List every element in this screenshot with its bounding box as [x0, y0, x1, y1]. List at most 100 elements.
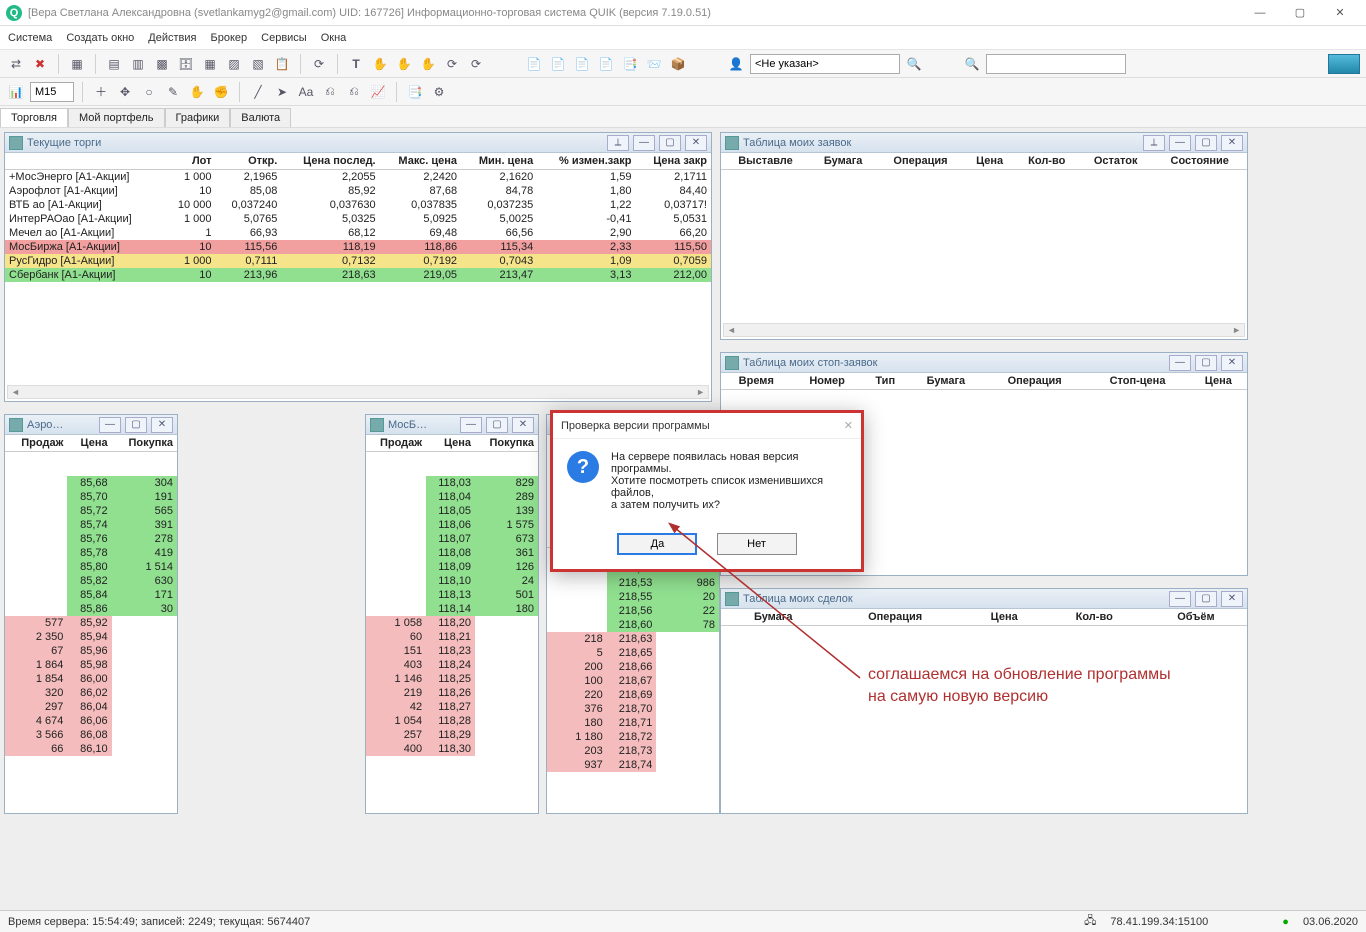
- scrollbar-h[interactable]: [7, 385, 709, 399]
- tool-icon[interactable]: 🗄: [176, 54, 196, 74]
- table-row[interactable]: МосБиржа [A1-Акции]10115,56118,19118,861…: [5, 240, 711, 254]
- table-row[interactable]: ВТБ ао [A1-Акции]10 0000,0372400,0376300…: [5, 198, 711, 212]
- orderbook-row[interactable]: 1 146118,25: [366, 672, 538, 686]
- table-row[interactable]: РусГидро [A1-Акции]1 0000,71110,71320,71…: [5, 254, 711, 268]
- sync-icon[interactable]: ⟳: [442, 54, 462, 74]
- orderbook-row[interactable]: 203218,73: [547, 744, 719, 758]
- panel-min-button[interactable]: —: [633, 135, 655, 151]
- orderbook-row[interactable]: 4 67486,06: [5, 714, 177, 728]
- tab-charts[interactable]: Графики: [165, 108, 231, 127]
- panel-max-button[interactable]: ▢: [1195, 355, 1217, 371]
- line-icon[interactable]: ╱: [248, 82, 268, 102]
- hand-icon[interactable]: ✋: [370, 54, 390, 74]
- order-buy-icon[interactable]: 📄: [548, 54, 568, 74]
- maximize-button[interactable]: ▢: [1280, 1, 1320, 25]
- orderbook-row[interactable]: 85,78419: [5, 546, 177, 560]
- orderbook-row[interactable]: 118,08361: [366, 546, 538, 560]
- table-row[interactable]: Мечел ао [A1-Акции]166,9368,1269,4866,56…: [5, 226, 711, 240]
- orderbook-row[interactable]: 118,14180: [366, 602, 538, 616]
- orderbook-row[interactable]: 1 85486,00: [5, 672, 177, 686]
- orderbook-row[interactable]: 85,76278: [5, 532, 177, 546]
- search-input[interactable]: [986, 54, 1126, 74]
- chart-icon[interactable]: 📊: [6, 82, 26, 102]
- panel-max-button[interactable]: ▢: [486, 417, 508, 433]
- hand-icon[interactable]: ✋: [418, 54, 438, 74]
- panel-close-button[interactable]: ✕: [685, 135, 707, 151]
- orderbook-row[interactable]: 219118,26: [366, 686, 538, 700]
- tab-trading[interactable]: Торговля: [0, 108, 68, 127]
- orderbook-row[interactable]: 85,801 514: [5, 560, 177, 574]
- orderbook-row[interactable]: 29786,04: [5, 700, 177, 714]
- account-search-icon[interactable]: 🔍: [904, 54, 924, 74]
- tool-icon[interactable]: 📨: [644, 54, 664, 74]
- text-aa-icon[interactable]: Aa: [296, 82, 316, 102]
- orderbook-row[interactable]: 1 058118,20: [366, 616, 538, 630]
- orderbook-row[interactable]: 118,04289: [366, 490, 538, 504]
- orderbook-row[interactable]: 85,72565: [5, 504, 177, 518]
- orderbook-row[interactable]: 400118,30: [366, 742, 538, 756]
- menu-actions[interactable]: Действия: [148, 32, 196, 44]
- hand-icon[interactable]: ✋: [187, 82, 207, 102]
- orderbook-row[interactable]: 42118,27: [366, 700, 538, 714]
- disconnect-icon[interactable]: ✖: [30, 54, 50, 74]
- menu-system[interactable]: Система: [8, 32, 52, 44]
- order-sell-icon[interactable]: 📄: [572, 54, 592, 74]
- refresh-icon[interactable]: ⟳: [309, 54, 329, 74]
- orderbook-row[interactable]: 57785,92: [5, 616, 177, 630]
- orderbook-row[interactable]: 6686,10: [5, 742, 177, 756]
- orderbook-row[interactable]: 376218,70: [547, 702, 719, 716]
- panel-max-button[interactable]: ▢: [659, 135, 681, 151]
- orderbook-row[interactable]: 2 35085,94: [5, 630, 177, 644]
- panel-min-button[interactable]: —: [1169, 135, 1191, 151]
- panel-max-button[interactable]: ▢: [1195, 591, 1217, 607]
- orderbook-row[interactable]: 257118,29: [366, 728, 538, 742]
- order-new-icon[interactable]: 📄: [524, 54, 544, 74]
- menu-services[interactable]: Сервисы: [261, 32, 307, 44]
- panel-max-button[interactable]: ▢: [125, 417, 147, 433]
- orderbook-row[interactable]: 118,09126: [366, 560, 538, 574]
- tool-icon[interactable]: ▧: [248, 54, 268, 74]
- tool-icon[interactable]: 📈: [368, 82, 388, 102]
- orderbook-row[interactable]: 118,061 575: [366, 518, 538, 532]
- minimize-button[interactable]: —: [1240, 1, 1280, 25]
- panel-min-button[interactable]: —: [1169, 591, 1191, 607]
- panel-max-button[interactable]: ▢: [1195, 135, 1217, 151]
- orderbook-row[interactable]: 403118,24: [366, 658, 538, 672]
- tool-icon[interactable]: ▥: [128, 54, 148, 74]
- table-row[interactable]: Аэрофлот [A1-Акции]1085,0885,9287,6884,7…: [5, 184, 711, 198]
- panel-close-button[interactable]: ✕: [1221, 135, 1243, 151]
- settings-icon[interactable]: ⚙: [429, 82, 449, 102]
- orderbook-row[interactable]: 85,68304: [5, 476, 177, 490]
- tool-icon[interactable]: ▩: [152, 54, 172, 74]
- orderbook-row[interactable]: 85,84171: [5, 588, 177, 602]
- panel-min-button[interactable]: —: [460, 417, 482, 433]
- orderbook-row[interactable]: 60118,21: [366, 630, 538, 644]
- tool-icon[interactable]: 📋: [272, 54, 292, 74]
- tab-currency[interactable]: Валюта: [230, 108, 291, 127]
- tool-icon[interactable]: ▤: [104, 54, 124, 74]
- tool-icon[interactable]: 📦: [668, 54, 688, 74]
- orderbook-row[interactable]: 3 56686,08: [5, 728, 177, 742]
- panel-close-button[interactable]: ✕: [151, 417, 173, 433]
- pin-button[interactable]: ⟂: [607, 135, 629, 151]
- pencil-icon[interactable]: ✎: [163, 82, 183, 102]
- orderbook-row[interactable]: 85,8630: [5, 602, 177, 616]
- orderbook-row[interactable]: 1 054118,28: [366, 714, 538, 728]
- workspace-thumbnail[interactable]: [1328, 54, 1360, 74]
- tool-icon[interactable]: 📑: [620, 54, 640, 74]
- dialog-close-icon[interactable]: ✕: [844, 419, 853, 432]
- grab-icon[interactable]: ✊: [211, 82, 231, 102]
- orderbook-row[interactable]: 85,74391: [5, 518, 177, 532]
- orderbook-row[interactable]: 118,1024: [366, 574, 538, 588]
- orderbook-row[interactable]: 118,13501: [366, 588, 538, 602]
- search-icon[interactable]: 🔍: [962, 54, 982, 74]
- orderbook-row[interactable]: 151118,23: [366, 644, 538, 658]
- orderbook-row[interactable]: 118,05139: [366, 504, 538, 518]
- order-stop-icon[interactable]: 📄: [596, 54, 616, 74]
- tab-portfolio[interactable]: Мой портфель: [68, 108, 165, 127]
- panel-close-button[interactable]: ✕: [1221, 355, 1243, 371]
- orderbook-row[interactable]: 220218,69: [547, 688, 719, 702]
- table-row[interactable]: Сбербанк [A1-Акции]10213,96218,63219,052…: [5, 268, 711, 282]
- menu-windows[interactable]: Окна: [321, 32, 347, 44]
- orderbook-row[interactable]: 85,70191: [5, 490, 177, 504]
